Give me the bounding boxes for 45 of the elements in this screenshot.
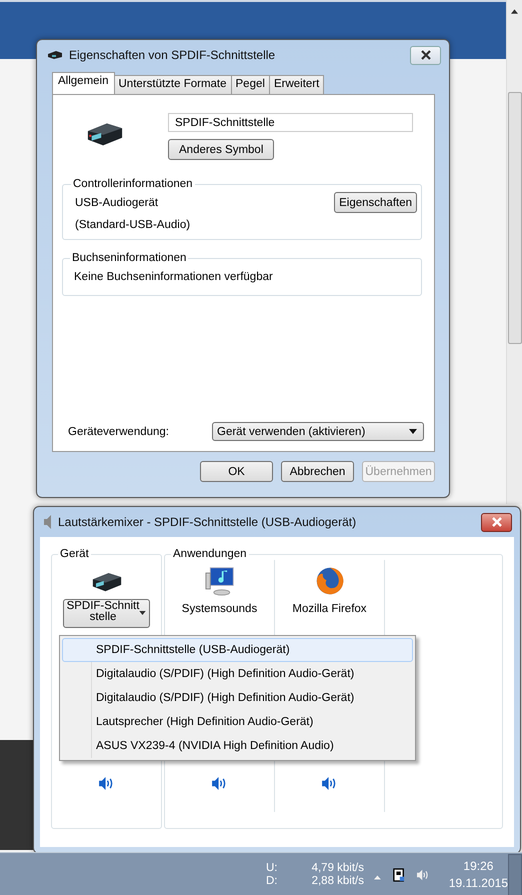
speaker-icon[interactable] <box>322 777 337 790</box>
close-icon <box>420 50 432 60</box>
show-hidden-icons-icon[interactable] <box>374 875 381 880</box>
group-title: Gerät <box>59 548 90 560</box>
caret-icon <box>409 429 417 434</box>
group-title: Buchseninformationen <box>71 252 188 264</box>
usage-label: Geräteverwendung: <box>68 426 170 438</box>
speaker-icon <box>44 515 52 529</box>
scrollbar-thumb[interactable] <box>508 92 522 344</box>
network-speed: 2,88 kbit/s <box>310 875 364 887</box>
properties-button[interactable]: Eigenschaften <box>334 192 417 213</box>
close-button[interactable] <box>410 46 441 64</box>
menu-item[interactable]: SPDIF-Schnittstelle (USB-Audiogerät) <box>62 638 413 662</box>
dialog-button[interactable]: OK <box>200 461 273 482</box>
tab[interactable]: Allgemein <box>52 72 114 94</box>
usage-dropdown[interactable]: Gerät verwenden (aktivieren) <box>212 422 424 441</box>
network-label: D: <box>266 875 278 887</box>
dialog-button[interactable]: Abbrechen <box>281 461 354 482</box>
application-name: Systemsounds <box>182 603 258 615</box>
change-icon-button[interactable]: Anderes Symbol <box>168 139 274 160</box>
audio-device-icon <box>47 50 63 60</box>
window-title: Eigenschaften von SPDIF-Schnittstelle <box>69 48 276 62</box>
tab[interactable]: Erweitert <box>268 75 324 94</box>
speaker-icon[interactable] <box>99 777 114 790</box>
application-name: Mozilla Firefox <box>292 603 367 615</box>
network-speed: 4,79 kbit/s <box>310 862 364 874</box>
scroll-up-icon[interactable] <box>511 9 518 14</box>
controller-name: USB-Audiogerät <box>75 196 158 208</box>
close-icon <box>490 517 504 527</box>
window-title: Lautstärkemixer - SPDIF-Schnittstelle (USB-Audiogerät) <box>58 515 358 529</box>
document-icon[interactable] <box>392 866 405 882</box>
close-button[interactable] <box>481 512 512 532</box>
tab[interactable]: Pegel <box>230 75 270 94</box>
group-title: Anwendungen <box>172 548 248 560</box>
driver-name: (Standard-USB-Audio) <box>75 219 192 231</box>
group-title: Controllerinformationen <box>72 178 194 190</box>
scrollbar[interactable] <box>506 0 522 504</box>
device-dropdown-button[interactable]: SPDIF-Schnitt stelle <box>62 599 150 628</box>
tab[interactable]: Unterstützte Formate <box>114 75 232 94</box>
caret-icon <box>139 611 146 615</box>
device-name-field[interactable]: SPDIF-Schnittstelle <box>168 113 413 132</box>
monitor-music-note-icon <box>204 566 236 596</box>
jack-info-text: Keine Buchseninformationen verfügbar <box>74 271 273 283</box>
speaker-icon[interactable] <box>212 777 227 790</box>
network-label: U: <box>266 862 278 874</box>
